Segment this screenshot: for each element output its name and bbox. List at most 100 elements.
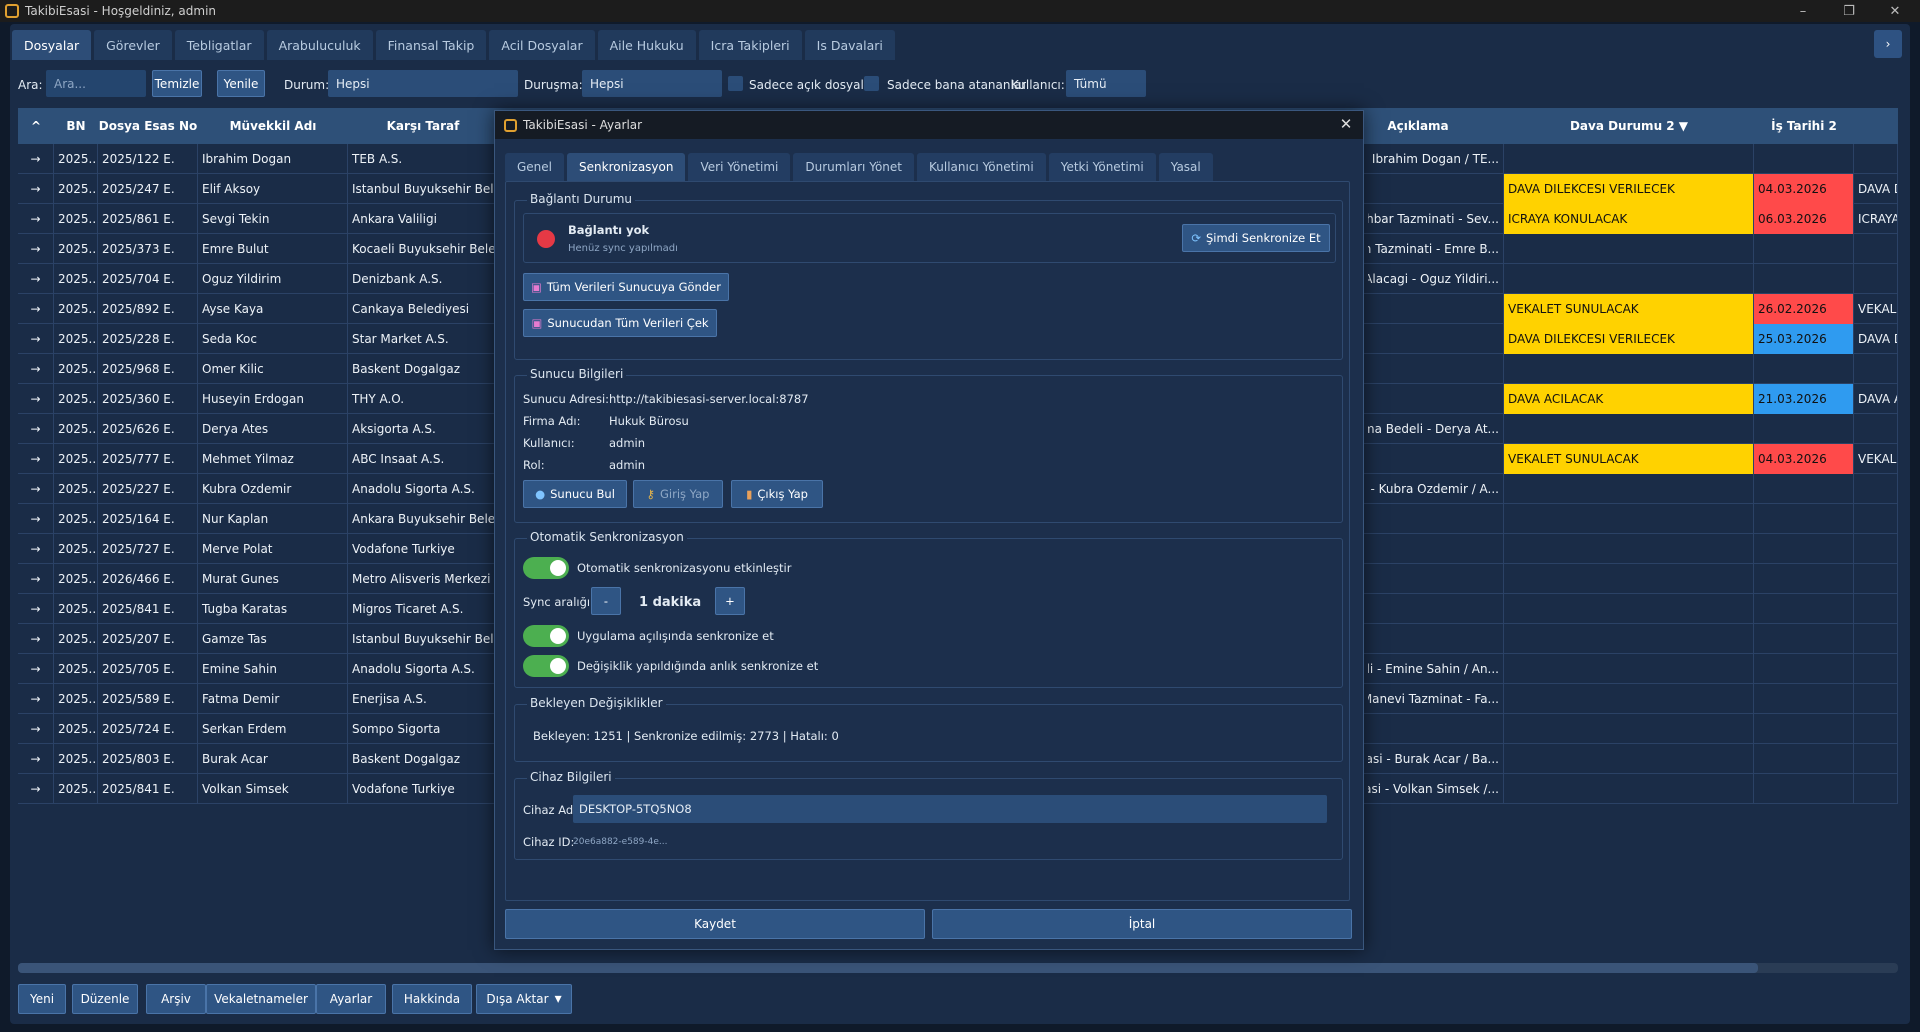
user-select[interactable]: Tümü [1066,70,1146,97]
row-open-button[interactable]: → [18,624,54,654]
settings-dialog: TakibiEsasi - Ayarlar ✕ Genel Senkroniza… [494,110,1364,950]
row-open-button[interactable]: → [18,774,54,804]
row-open-button[interactable]: → [18,234,54,264]
cell-dava-durumu: DAVA DILEKCESI VERILECEK [1504,324,1754,354]
tab-veri-yonetimi[interactable]: Veri Yönetimi [688,153,791,181]
cell-karsi-taraf: ABC Insaat A.S. [348,444,498,474]
cell-extra: DAVA AC [1854,384,1898,414]
device-name-input[interactable]: DESKTOP-5TQ5NO8 [573,795,1327,823]
cell-esas: 2025/724 E. [98,714,198,744]
tab-icra-takipleri[interactable]: Icra Takipleri [698,30,802,60]
row-open-button[interactable]: → [18,174,54,204]
tab-is-davalari[interactable]: Is Davalari [804,30,895,60]
row-open-button[interactable]: → [18,684,54,714]
col-header-muvekkil[interactable]: Müvekkil Adı [198,108,348,144]
about-button[interactable]: Hakkinda [392,984,472,1014]
cell-muvekkil: Seda Koc [198,324,348,354]
close-window-button[interactable]: ✕ [1872,0,1918,22]
power-of-attorney-button[interactable]: Vekaletnameler [206,984,316,1014]
maximize-button[interactable]: ❐ [1826,0,1872,22]
tab-tebligatlar[interactable]: Tebligatlar [174,30,264,60]
only-open-checkbox[interactable] [728,76,743,91]
row-open-button[interactable]: → [18,414,54,444]
interval-increase-button[interactable]: + [715,587,745,615]
cell-karsi-taraf: Vodafone Turkiye [348,774,498,804]
cell-muvekkil: Emre Bulut [198,234,348,264]
tab-gorevler[interactable]: Görevler [94,30,172,60]
col-header-bn[interactable]: BN [54,108,98,144]
cancel-button[interactable]: İptal [932,909,1352,939]
interval-decrease-button[interactable]: - [591,587,621,615]
auto-sync-toggle[interactable] [523,557,569,579]
archive-button[interactable]: Arşiv [146,984,206,1014]
cell-aciklama [1368,594,1504,624]
send-all-button[interactable]: ▣ Tüm Verileri Sunucuya Gönder [523,273,729,301]
tab-arabuluculuk[interactable]: Arabuluculuk [266,30,373,60]
dialog-tabs: Genel Senkronizasyon Veri Yönetimi Durum… [505,153,1213,181]
dialog-close-button[interactable]: ✕ [1335,113,1357,135]
settings-button[interactable]: Ayarlar [316,984,386,1014]
logout-button[interactable]: ▮ Çıkış Yap [731,480,823,508]
only-mine-checkbox[interactable] [864,76,879,91]
sync-on-open-toggle[interactable] [523,625,569,647]
col-header-esas[interactable]: Dosya Esas No [98,108,198,144]
refresh-button[interactable]: Yenile [217,70,265,97]
cell-dava-durumu [1504,144,1754,174]
save-button[interactable]: Kaydet [505,909,925,939]
minimize-button[interactable]: – [1780,0,1826,22]
dialog-title-bar: TakibiEsasi - Ayarlar ✕ [495,111,1363,139]
cell-aciklama: avasi - Burak Acar / Ba... [1368,744,1504,774]
clear-button[interactable]: Temizle [152,70,202,97]
col-header-is-tarihi[interactable]: İş Tarihi 2 [1754,108,1854,144]
export-button[interactable]: Dışa Aktar ▾ [476,984,572,1014]
row-open-button[interactable]: → [18,654,54,684]
tab-yasal[interactable]: Yasal [1158,153,1213,181]
tab-scroll-right-button[interactable]: › [1874,30,1902,58]
pull-all-button[interactable]: ▣ Sunucudan Tüm Verileri Çek [523,309,717,337]
search-input[interactable]: Ara... [46,70,146,97]
row-open-button[interactable]: → [18,594,54,624]
horizontal-scrollbar[interactable] [18,963,1898,973]
tab-kullanici-yonetimi[interactable]: Kullanıcı Yönetimi [916,153,1046,181]
row-open-button[interactable]: → [18,504,54,534]
tab-dosyalar[interactable]: Dosyalar [12,30,92,60]
sync-now-button[interactable]: ⟳ Şimdi Senkronize Et [1182,224,1330,252]
tab-acil-dosyalar[interactable]: Acil Dosyalar [489,30,595,60]
tab-yetki-yonetimi[interactable]: Yetki Yönetimi [1048,153,1156,181]
connection-group-title: Bağlantı Durumu [527,192,636,206]
row-open-button[interactable]: → [18,294,54,324]
hearing-select[interactable]: Hepsi [582,70,722,97]
scrollbar-thumb[interactable] [18,963,1758,973]
tab-genel[interactable]: Genel [505,153,565,181]
status-select[interactable]: Hepsi [328,70,518,97]
row-open-button[interactable]: → [18,264,54,294]
col-header-karsi-taraf[interactable]: Karşı Taraf [348,108,498,144]
find-server-button[interactable]: ● Sunucu Bul [523,480,627,508]
tab-senkronizasyon[interactable]: Senkronizasyon [567,153,686,181]
col-header-aciklama[interactable]: Açıklama [1368,108,1468,144]
row-open-button[interactable]: → [18,354,54,384]
login-button[interactable]: ⚷ Giriş Yap [633,480,723,508]
row-open-button[interactable]: → [18,474,54,504]
row-open-button[interactable]: → [18,324,54,354]
tab-finansal-takip[interactable]: Finansal Takip [375,30,487,60]
cell-muvekkil: Kubra Ozdemir [198,474,348,504]
cell-extra: DAVA DIL [1854,174,1898,204]
row-open-button[interactable]: → [18,534,54,564]
row-open-button[interactable]: → [18,444,54,474]
tab-durumlari-yonet[interactable]: Durumları Yönet [793,153,914,181]
col-header-dava-durumu[interactable]: Dava Durumu 2 ▼ [1504,108,1754,144]
tab-aile-hukuku[interactable]: Aile Hukuku [597,30,696,60]
sort-toggle[interactable]: ^ [18,108,54,144]
row-open-button[interactable]: → [18,384,54,414]
row-open-button[interactable]: → [18,744,54,774]
new-button[interactable]: Yeni [18,984,66,1014]
sync-on-change-toggle[interactable] [523,655,569,677]
row-open-button[interactable]: → [18,204,54,234]
row-open-button[interactable]: → [18,564,54,594]
cell-bn: 2025... [54,594,98,624]
cell-is-tarihi [1754,684,1854,714]
edit-button[interactable]: Düzenle [72,984,138,1014]
row-open-button[interactable]: → [18,144,54,174]
row-open-button[interactable]: → [18,714,54,744]
